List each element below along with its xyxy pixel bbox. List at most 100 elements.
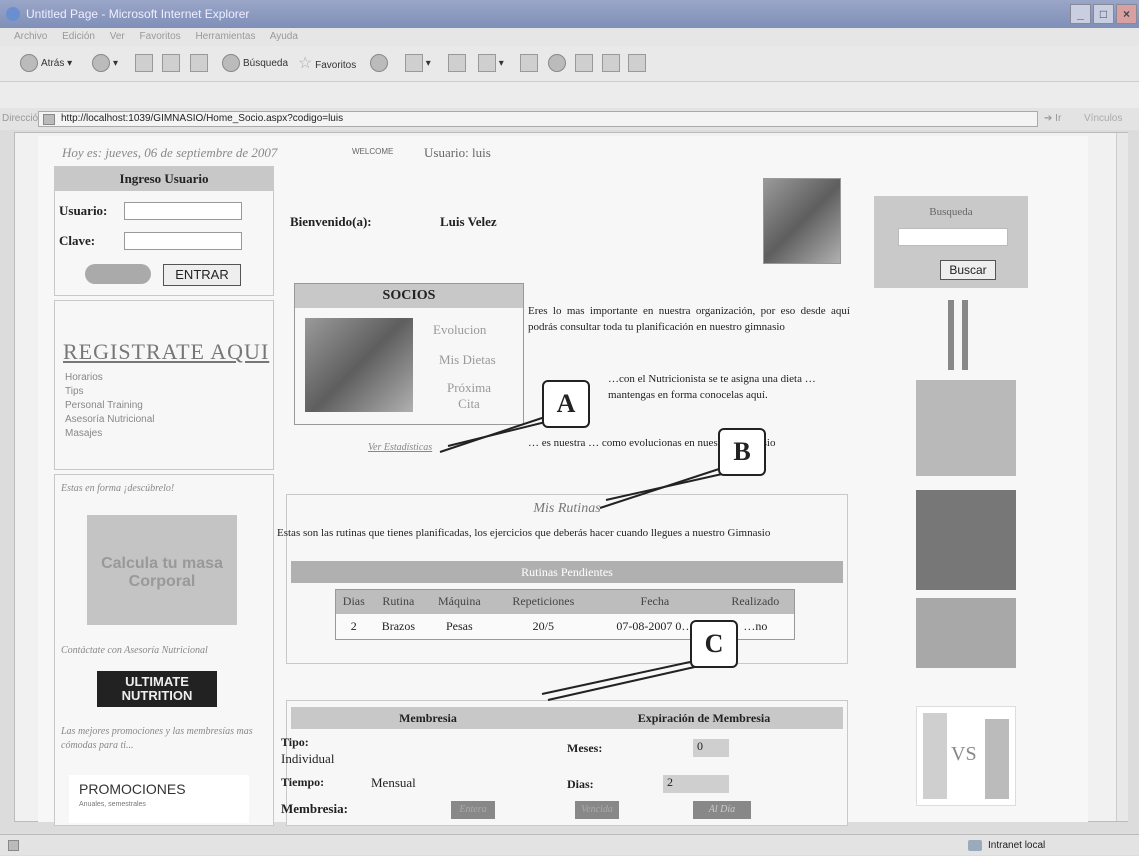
window-titlebar: Untitled Page - Microsoft Internet Explo… xyxy=(0,0,1139,28)
menu-ayuda[interactable]: Ayuda xyxy=(270,31,298,42)
membresia-header: Membresia xyxy=(291,707,565,729)
menu-bar: Archivo Edición Ver Favoritos Herramient… xyxy=(0,28,1139,46)
col-dias: Dias xyxy=(342,594,365,609)
left-promos: Estas en forma ¡descúbrelo! Calcula tu m… xyxy=(54,474,274,826)
socios-link-dietas[interactable]: Mis Dietas xyxy=(439,352,496,368)
rutinas-title: Mis Rutinas xyxy=(533,501,601,516)
col-fecha: Fecha xyxy=(640,594,670,609)
refresh-button[interactable] xyxy=(162,54,180,74)
menu-edicion[interactable]: Edición xyxy=(62,31,95,42)
meses-value: 0 xyxy=(693,739,729,757)
rutinas-header-row: Dias Rutina Máquina Repeticiones Fecha R… xyxy=(335,589,795,614)
meses-label: Meses: xyxy=(567,741,603,755)
ultimate-nutrition-logo[interactable]: ULTIMATE NUTRITION xyxy=(97,671,217,707)
mail-icon xyxy=(405,54,423,73)
print-button[interactable] xyxy=(448,54,466,74)
user-input[interactable] xyxy=(124,202,242,220)
menu-ver[interactable]: Ver xyxy=(110,31,125,42)
globe-icon xyxy=(548,54,566,73)
fruit-image xyxy=(916,598,1016,668)
discuss-icon xyxy=(520,54,538,73)
login-title: Ingreso Usuario xyxy=(55,167,273,191)
socios-link-evolucion[interactable]: Evolucion xyxy=(433,322,486,338)
nav-tips[interactable]: Tips xyxy=(65,385,84,398)
search-button[interactable]: Búsqueda xyxy=(222,54,288,74)
extra-button[interactable] xyxy=(628,54,646,74)
register-link[interactable]: REGISTRATE AQUI xyxy=(63,339,269,365)
forward-button[interactable]: ▾ xyxy=(92,54,118,74)
maximize-button[interactable]: □ xyxy=(1093,4,1114,24)
messenger-button[interactable] xyxy=(548,54,569,74)
star-icon: ☆ xyxy=(298,55,313,72)
expiracion-header: Expiración de Membresia xyxy=(565,707,843,729)
nav-asesoria[interactable]: Asesoría Nutricional xyxy=(65,413,154,426)
research-button[interactable] xyxy=(575,54,593,74)
page-header: Hoy es: jueves, 06 de septiembre de 2007… xyxy=(62,145,622,165)
login-graphic-button[interactable] xyxy=(85,264,151,284)
callout-a: A xyxy=(542,380,590,428)
zone-text: Intranet local xyxy=(988,840,1046,851)
tag-vencida: Vencida xyxy=(575,801,619,819)
tiempo-value: Mensual xyxy=(371,775,416,790)
col-rutina: Rutina xyxy=(382,594,415,609)
back-button[interactable]: Atrás ▾ xyxy=(20,54,72,74)
go-arrow-icon: ➔ xyxy=(1044,113,1053,124)
tools-button[interactable] xyxy=(602,54,620,74)
research-icon xyxy=(575,54,593,73)
col-realizado: Realizado xyxy=(731,594,780,609)
vs-banner[interactable]: VS xyxy=(916,706,1016,806)
cell-maquina: Pesas xyxy=(445,618,473,633)
member-name: Luis Velez xyxy=(440,214,497,229)
promociones-sub: Anuales, semestrales xyxy=(79,801,146,808)
grapes-image xyxy=(916,380,1016,476)
stop-button[interactable] xyxy=(135,54,153,74)
nav-masajes[interactable]: Masajes xyxy=(65,427,102,440)
dumbbell-icon xyxy=(944,300,974,370)
address-input[interactable]: http://localhost:1039/GIMNASIO/Home_Soci… xyxy=(38,111,1038,127)
search-input[interactable] xyxy=(898,228,1008,246)
menu-favoritos[interactable]: Favoritos xyxy=(140,31,181,42)
date-text: Hoy es: jueves, 06 de septiembre de 2007 xyxy=(62,145,278,160)
tag-entera: Entera xyxy=(451,801,495,819)
forward-arrow-icon xyxy=(92,54,110,73)
mail-button[interactable]: ▾ xyxy=(405,54,431,74)
minimize-button[interactable]: _ xyxy=(1070,4,1091,24)
col-repeticiones: Repeticiones xyxy=(512,594,575,609)
vs-text: VS xyxy=(951,743,977,765)
stats-link[interactable]: Ver Estadísticas xyxy=(368,442,432,453)
socios-title: SOCIOS xyxy=(295,284,523,308)
tools-icon xyxy=(602,54,620,73)
intranet-icon xyxy=(968,840,982,851)
member-photo xyxy=(763,178,841,264)
pass-input[interactable] xyxy=(124,232,242,250)
cell-repeticiones: 20/5 xyxy=(532,618,554,633)
vertical-scrollbar[interactable] xyxy=(1116,133,1128,821)
socios-link-cita[interactable]: Próxima Cita xyxy=(441,380,497,412)
toolbar-spacer xyxy=(0,82,1139,108)
edit-button[interactable]: ▾ xyxy=(478,54,504,74)
home-button[interactable] xyxy=(190,54,208,74)
menu-herramientas[interactable]: Herramientas xyxy=(195,31,255,42)
history-button[interactable] xyxy=(370,54,391,74)
intro-text-2: …con el Nutricionista se te asigna una d… xyxy=(608,373,816,401)
close-button[interactable]: × xyxy=(1116,4,1137,24)
bmi-calculator-banner[interactable]: Calcula tu masa Corporal xyxy=(87,515,237,625)
promociones-banner[interactable]: PROMOCIONES Anuales, semestrales xyxy=(69,775,249,823)
links-button[interactable]: Vínculos xyxy=(1084,108,1122,130)
go-button[interactable]: ➔ Ir xyxy=(1044,111,1061,127)
favorites-button[interactable]: ☆ Favoritos xyxy=(298,54,356,74)
tipo-label: Tipo: xyxy=(281,735,309,749)
print-icon xyxy=(448,54,466,73)
promociones-title: PROMOCIONES xyxy=(79,781,186,797)
socios-panel: SOCIOS Evolucion Mis Dietas Próxima Cita xyxy=(294,283,524,425)
nav-horarios[interactable]: Horarios xyxy=(65,371,103,384)
buscar-button[interactable]: Buscar xyxy=(940,260,996,280)
left-nav: REGISTRATE AQUI Horarios Tips Personal T… xyxy=(54,300,274,470)
discuss-button[interactable] xyxy=(520,54,538,74)
promo-caption-1: Estas en forma ¡descúbrelo! xyxy=(61,483,175,494)
rutinas-description: Estas son las rutinas que tienes planifi… xyxy=(277,527,771,539)
nav-personal-training[interactable]: Personal Training xyxy=(65,399,143,412)
enter-button[interactable]: ENTRAR xyxy=(163,264,241,286)
pass-label: Clave: xyxy=(59,233,96,248)
menu-archivo[interactable]: Archivo xyxy=(14,31,47,42)
